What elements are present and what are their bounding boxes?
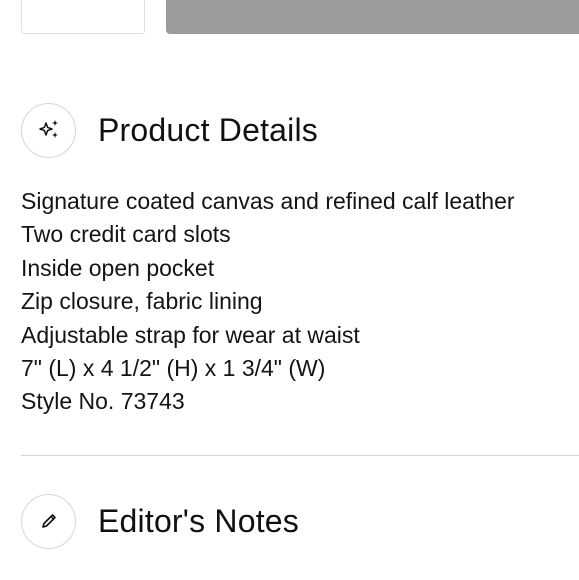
primary-button-partial[interactable] [166,0,579,34]
secondary-button-partial[interactable] [21,0,145,34]
list-item: Adjustable strap for wear at waist [21,321,360,348]
list-item: 7" (L) x 4 1/2" (H) x 1 3/4" (W) [21,355,326,382]
pencil-icon [21,493,76,549]
sparkle-icon [21,102,76,158]
product-details-title: Product Details [98,111,318,148]
section-divider [21,455,579,456]
collapse-toggle[interactable] [565,115,579,145]
editors-notes-title: Editor's Notes [98,502,299,539]
list-item: Signature coated canvas and refined calf… [21,188,515,214]
product-details-header[interactable]: Product Details [21,101,579,159]
product-details-list: Signature coated canvas and refined calf… [21,185,515,419]
product-info-panel: Product Details Signature coated canvas … [0,0,579,580]
list-item: Style No. 73743 [21,388,185,415]
expand-toggle[interactable] [565,506,579,536]
editors-notes-header[interactable]: Editor's Notes [21,492,579,550]
list-item: Two credit card slots [21,221,231,248]
list-item: Zip closure, fabric lining [21,288,263,315]
list-item: Inside open pocket [21,254,215,281]
